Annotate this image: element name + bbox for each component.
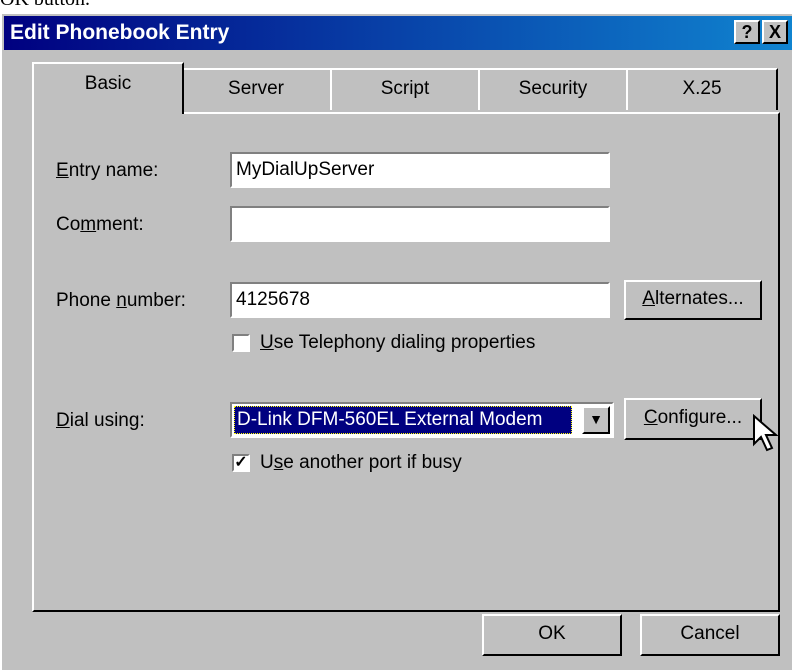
phone-number-label: Phone number: — [56, 290, 186, 311]
dial-using-label: Dial using: — [56, 410, 145, 431]
phone-number-input[interactable]: 4125678 — [230, 282, 610, 318]
chevron-down-icon[interactable]: ▼ — [582, 406, 610, 434]
alternates-button[interactable]: Alternates... — [624, 280, 762, 320]
tab-x25[interactable]: X.25 — [626, 68, 778, 110]
mouse-pointer-icon — [753, 414, 779, 452]
comment-label: Comment: — [56, 214, 144, 235]
configure-button[interactable]: Configure... — [624, 398, 762, 440]
tab-server[interactable]: Server — [180, 68, 332, 110]
use-telephony-label[interactable]: Use Telephony dialing properties — [260, 332, 535, 354]
comment-input[interactable] — [230, 206, 610, 242]
ok-button[interactable]: OK — [482, 614, 622, 656]
dial-using-selected-value: D-Link DFM-560EL External Modem — [234, 406, 572, 434]
close-button[interactable]: X — [762, 20, 788, 44]
window-title: Edit Phonebook Entry — [10, 21, 230, 44]
dial-using-select[interactable]: D-Link DFM-560EL External Modem ▼ — [230, 402, 614, 438]
tab-security[interactable]: Security — [478, 68, 628, 110]
basic-tab-panel: Entry name: MyDialUpServer Comment: Phon… — [32, 112, 780, 612]
use-telephony-checkbox[interactable] — [232, 334, 250, 352]
use-another-port-label[interactable]: Use another port if busy — [260, 452, 462, 474]
cancel-button[interactable]: Cancel — [640, 614, 780, 656]
tab-basic[interactable]: Basic — [32, 62, 184, 114]
help-button[interactable]: ? — [734, 20, 760, 44]
tab-script[interactable]: Script — [330, 68, 480, 110]
clipped-background-text: OK button. — [0, 0, 90, 11]
use-another-port-checkbox[interactable]: ✓ — [232, 454, 250, 472]
edit-phonebook-entry-dialog: Edit Phonebook Entry ? X Server Script S… — [0, 14, 792, 670]
title-bar[interactable]: Edit Phonebook Entry ? X — [4, 16, 792, 50]
entry-name-label: Entry name: — [56, 160, 159, 181]
entry-name-input[interactable]: MyDialUpServer — [230, 152, 610, 188]
